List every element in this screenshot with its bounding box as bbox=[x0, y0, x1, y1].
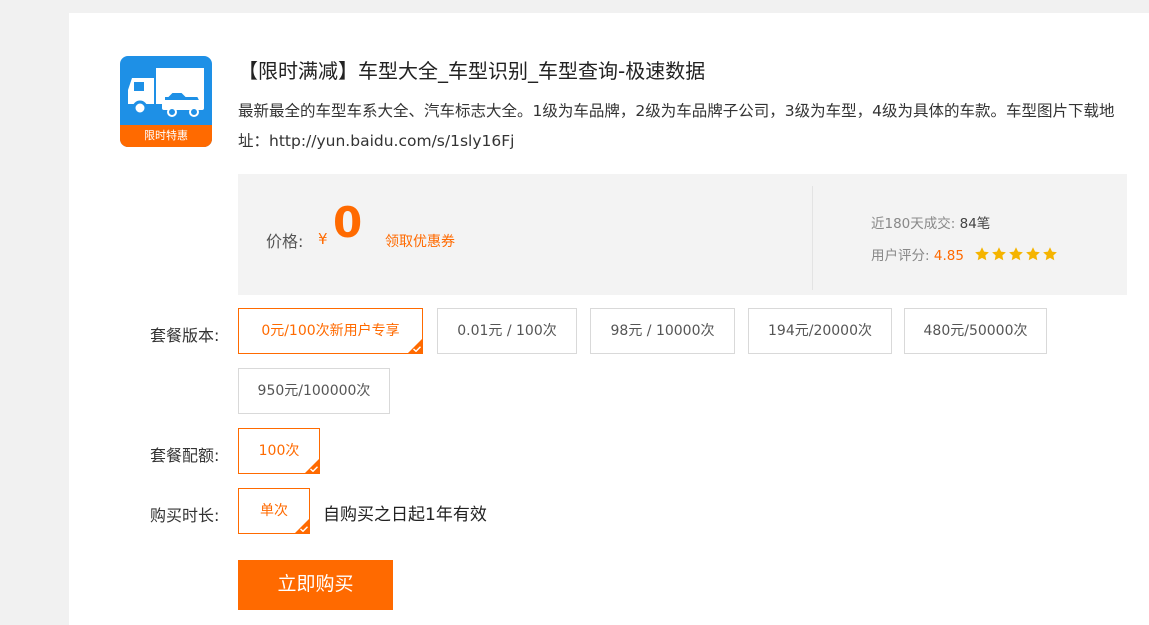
package-option-3[interactable]: 194元/20000次 bbox=[748, 308, 892, 354]
package-option-4[interactable]: 480元/50000次 bbox=[904, 308, 1047, 354]
validity-text: 自购买之日起1年有效 bbox=[323, 505, 487, 525]
package-quota-label: 套餐配额: bbox=[150, 446, 220, 465]
rating-stat: 用户评分: 4.85 bbox=[871, 244, 1059, 266]
logo-ribbon: 限时特惠 bbox=[120, 125, 212, 147]
deals-stat: 近180天成交: 84笔 bbox=[871, 212, 990, 232]
product-description: 最新最全的车型车系大全、汽车标志大全。1级为车品牌，2级为车品牌子公司，3级为车… bbox=[238, 102, 1115, 150]
price-value: 0 bbox=[333, 198, 363, 247]
product-title: 【限时满减】车型大全_车型识别_车型查询-极速数据 bbox=[238, 59, 706, 83]
rating-label: 用户评分: bbox=[871, 248, 930, 264]
package-option-label: 98元 / 10000次 bbox=[610, 323, 715, 339]
package-option-label: 194元/20000次 bbox=[768, 323, 872, 339]
star-icon bbox=[992, 247, 1007, 261]
package-version-label: 套餐版本: bbox=[150, 326, 220, 345]
quota-option-100[interactable]: 100次 bbox=[238, 428, 320, 474]
quota-option-label: 100次 bbox=[258, 443, 300, 459]
duration-option-label: 单次 bbox=[260, 503, 288, 519]
rating-stars bbox=[974, 246, 1059, 266]
panel-divider bbox=[812, 186, 813, 290]
star-icon bbox=[1009, 247, 1024, 261]
purchase-duration-label: 购买时长: bbox=[150, 506, 220, 525]
duration-option-single[interactable]: 单次 bbox=[238, 488, 310, 534]
package-option-label: 950元/100000次 bbox=[257, 383, 371, 399]
rating-value: 4.85 bbox=[933, 248, 964, 264]
price-panel: 价格: ¥ 0 领取优惠券 近180天成交: 84笔 用户评分: 4.85 bbox=[238, 174, 1127, 295]
package-option-0[interactable]: 0元/100次新用户专享 bbox=[238, 308, 423, 354]
check-icon bbox=[310, 466, 318, 472]
package-option-5[interactable]: 950元/100000次 bbox=[238, 368, 390, 414]
package-option-label: 480元/50000次 bbox=[923, 323, 1028, 339]
deals-label: 近180天成交: bbox=[871, 216, 956, 232]
product-logo: 限时特惠 bbox=[120, 56, 212, 147]
package-option-label: 0元/100次新用户专享 bbox=[261, 323, 400, 339]
package-option-1[interactable]: 0.01元 / 100次 bbox=[437, 308, 577, 354]
package-option-label: 0.01元 / 100次 bbox=[457, 323, 557, 339]
buy-now-button[interactable]: 立即购买 bbox=[238, 560, 393, 610]
check-icon bbox=[300, 526, 308, 532]
star-icon bbox=[975, 247, 990, 261]
package-option-2[interactable]: 98元 / 10000次 bbox=[590, 308, 735, 354]
price-label: 价格: bbox=[266, 232, 304, 251]
truck-car-icon bbox=[128, 68, 204, 117]
star-icon bbox=[1026, 247, 1041, 261]
star-icon bbox=[1043, 247, 1058, 261]
get-coupon-link[interactable]: 领取优惠券 bbox=[385, 231, 455, 251]
product-card: 限时特惠 【限时满减】车型大全_车型识别_车型查询-极速数据 最新最全的车型车系… bbox=[69, 13, 1149, 625]
price-currency: ¥ bbox=[318, 230, 328, 248]
deals-value: 84笔 bbox=[959, 216, 991, 232]
check-icon bbox=[413, 346, 421, 352]
